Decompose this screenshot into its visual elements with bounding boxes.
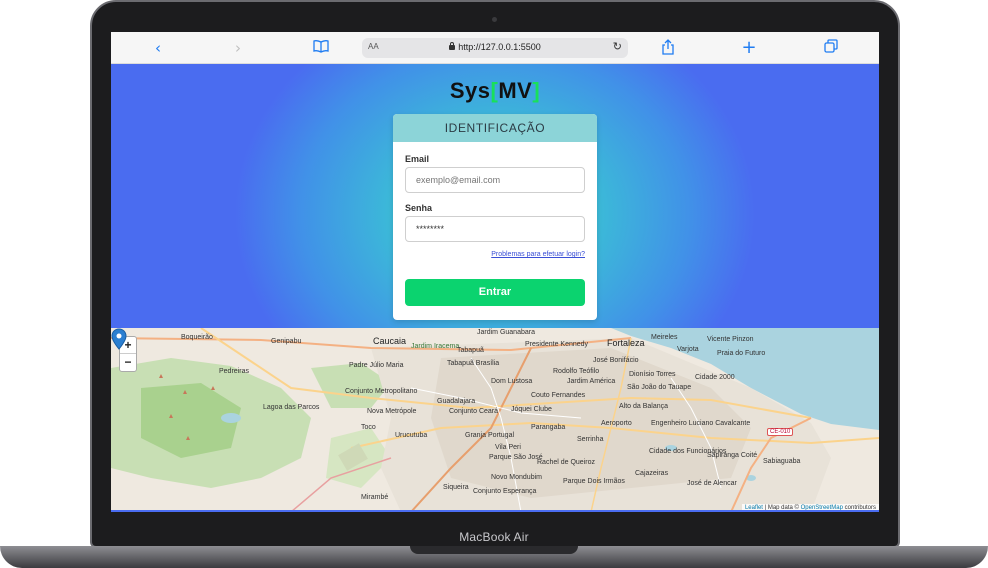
map-label: Aeroporto <box>601 420 632 427</box>
browser-toolbar: ‹ › AA http://127.0.0.1:5500 ↻ + <box>111 32 879 64</box>
map-label: Engenheiro Luciano Cavalcante <box>651 420 751 427</box>
login-card-header: IDENTIFICAÇÃO <box>393 114 597 142</box>
map-label: Guadalajara <box>437 398 476 405</box>
map-label: Nova Metrópole <box>367 408 417 415</box>
reload-icon[interactable]: ↻ <box>613 40 622 53</box>
map-label: Jardim Guanabara <box>477 329 535 336</box>
map-label: Jóquei Clube <box>511 406 552 413</box>
map-label: Presidente Kennedy <box>525 341 589 348</box>
map-label: Conjunto Ceará <box>449 408 499 415</box>
map-label: Padre Júlio Maria <box>349 362 404 369</box>
map-label: Dionísio Torres <box>629 371 676 378</box>
map-label: Toco <box>361 424 376 431</box>
map-label: Rachel de Queiroz <box>537 459 595 466</box>
map-label: Novo Mondubim <box>491 474 542 481</box>
map-label: José Bonifácio <box>593 357 639 364</box>
back-icon[interactable]: ‹ <box>149 39 167 57</box>
map-label: Vicente Pinzon <box>707 336 754 343</box>
forward-icon[interactable]: › <box>229 39 247 57</box>
map-label: Mirambé <box>361 494 389 501</box>
map-label: Conjunto Metropolitano <box>345 388 418 395</box>
page-content: Sys[MV] IDENTIFICAÇÃO Email Senha ******… <box>111 64 879 512</box>
map-label: Boqueirão <box>181 334 213 341</box>
map-label: Caucaia <box>373 336 407 346</box>
map-label: Sapiranga Coité <box>707 452 758 459</box>
camera-icon <box>492 17 497 22</box>
map-label: Alto da Balança <box>619 403 669 410</box>
address-bar[interactable]: AA http://127.0.0.1:5500 ↻ <box>362 38 628 58</box>
map-label: Dom Lustosa <box>491 378 533 385</box>
map-label: Conjunto Esperança <box>473 488 537 495</box>
new-tab-icon[interactable]: + <box>740 39 758 57</box>
map-label: Jardim América <box>567 378 616 385</box>
map-label: Granja Portugal <box>465 432 515 439</box>
map-label: Siqueira <box>443 484 469 491</box>
map-label: Praia do Futuro <box>717 350 766 357</box>
map-marker-icon[interactable] <box>111 328 127 350</box>
share-icon[interactable] <box>659 39 677 57</box>
map-label: Couto Fernandes <box>531 392 586 399</box>
map-label: Vila Peri <box>495 444 521 451</box>
map-label: Fortaleza <box>607 338 645 348</box>
map-label: Parangaba <box>531 424 566 431</box>
device-label: MacBook Air <box>459 530 529 544</box>
laptop-notch <box>410 546 578 554</box>
map-label: Meireles <box>651 334 678 341</box>
login-button[interactable]: Entrar <box>405 279 585 306</box>
map-label: Sabiaguaba <box>763 458 801 465</box>
map-label: Tabapuã <box>457 347 484 354</box>
map-label: Tabapuã Brasília <box>447 360 500 367</box>
password-input[interactable]: ******** <box>405 216 585 242</box>
map-label: Varjota <box>677 346 699 353</box>
browser-window: ‹ › AA http://127.0.0.1:5500 ↻ + Sys[MV] <box>111 32 879 512</box>
url-text: http://127.0.0.1:5500 <box>362 42 628 52</box>
road-badge: CE-010 <box>767 428 794 436</box>
map-label: Cajazeiras <box>635 470 669 477</box>
map-label: São João do Tauape <box>627 384 692 391</box>
app-logo: Sys[MV] <box>449 78 541 103</box>
map-label: Parque São José <box>489 454 543 461</box>
forgot-password-link[interactable]: Problemas para efetuar login? <box>491 251 585 258</box>
map-label: Cidade 2000 <box>695 374 735 381</box>
map-label: Parque Dois Irmãos <box>563 478 625 485</box>
laptop-mockup: ‹ › AA http://127.0.0.1:5500 ↻ + Sys[MV] <box>0 0 988 568</box>
url-value: http://127.0.0.1:5500 <box>458 42 541 52</box>
page-bottom-strip <box>111 510 879 512</box>
bookmarks-icon[interactable] <box>312 39 330 57</box>
map-label: Urucutuba <box>395 432 428 439</box>
map-label: Pedreiras <box>219 368 249 375</box>
lock-icon <box>449 42 456 50</box>
email-label: Email <box>405 154 430 164</box>
zoom-out-button[interactable]: − <box>120 354 136 371</box>
login-card: IDENTIFICAÇÃO Email Senha ******** Probl… <box>393 114 597 320</box>
map-label: Genipabu <box>271 338 302 345</box>
map-label: Serrinha <box>577 436 604 443</box>
map-label: Lagoa das Parcos <box>263 404 320 411</box>
map-label: Rodolfo Teófilo <box>553 368 600 375</box>
email-input[interactable] <box>405 167 585 193</box>
password-label: Senha <box>405 203 433 213</box>
map-label: Jardim Iracema <box>411 343 460 350</box>
tabs-icon[interactable] <box>822 39 840 57</box>
hero-section: Sys[MV] IDENTIFICAÇÃO Email Senha ******… <box>111 64 879 328</box>
map-view[interactable]: + − Boqueirão Genipabu Caucaia Jardim Gu… <box>111 328 879 512</box>
map-label: José de Alencar <box>687 480 737 487</box>
